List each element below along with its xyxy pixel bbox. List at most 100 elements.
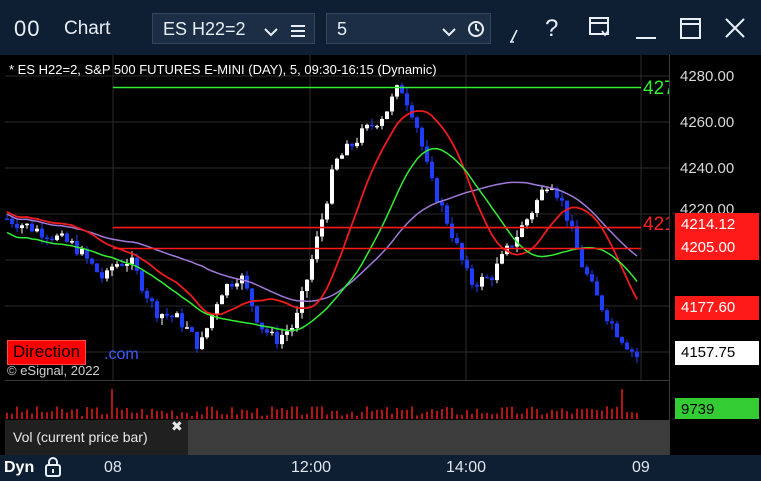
volume-bar <box>556 411 558 419</box>
time-axis[interactable]: Dyn 08 12:00 14:00 09 <box>0 455 761 481</box>
volume-bar <box>16 406 18 419</box>
menu-icon[interactable] <box>290 22 306 43</box>
symbol-selector[interactable]: ES H22=2 <box>152 13 315 44</box>
candle-body <box>465 259 469 269</box>
candle-body <box>250 288 254 307</box>
candle-body <box>285 331 289 335</box>
volume-bar <box>126 407 128 419</box>
volume-bar <box>601 410 603 419</box>
time-axis-label: 12:00 <box>291 459 332 476</box>
candle-body <box>65 233 69 242</box>
volume-bar <box>86 407 88 419</box>
volume-bar <box>236 414 238 419</box>
clock-icon[interactable] <box>467 20 485 43</box>
draw-icon[interactable] <box>508 26 522 49</box>
volume-bar <box>571 413 573 419</box>
candle-body <box>180 313 184 328</box>
lock-icon[interactable] <box>44 457 62 481</box>
volume-bar <box>61 408 63 419</box>
help-icon[interactable]: ? <box>545 15 558 43</box>
volume-bar <box>81 415 83 419</box>
candle-body <box>25 223 29 226</box>
direction-link-tail[interactable]: .com <box>104 346 139 364</box>
close-icon[interactable]: ✖ <box>171 418 183 435</box>
dyn-mode-label[interactable]: Dyn <box>4 459 34 477</box>
volume-bar <box>541 414 543 419</box>
candle-body <box>225 284 229 296</box>
volume-bar <box>186 412 188 419</box>
volume-bar <box>626 411 628 419</box>
volume-bar <box>501 407 503 419</box>
candle-body <box>60 233 64 236</box>
layout-icon[interactable] <box>588 16 612 45</box>
chart-window: 00 Chart ES H22=2 5 ? * ES H22=2, S&P 50… <box>0 0 761 481</box>
volume-bar <box>341 415 343 419</box>
candle-body <box>230 284 234 287</box>
interval-input[interactable]: 5 <box>337 19 347 40</box>
volume-bar <box>226 414 228 419</box>
level-price-box: 4205.00 <box>675 236 759 260</box>
candle-body <box>305 279 309 292</box>
candle-body <box>50 238 54 241</box>
candle-body <box>575 226 579 249</box>
volume-bar <box>136 412 138 419</box>
volume-bar <box>11 413 13 419</box>
volume-bar <box>611 408 613 419</box>
volume-bar <box>146 414 148 419</box>
symbol-input[interactable]: ES H22=2 <box>163 19 246 40</box>
volume-bar <box>6 412 8 419</box>
volume-bar <box>361 411 363 419</box>
candle-body <box>480 276 484 287</box>
volume-bar <box>451 407 453 419</box>
price-chart-canvas[interactable] <box>5 55 669 380</box>
volume-bar <box>396 407 398 419</box>
chevron-down-icon[interactable] <box>263 22 279 43</box>
candle-body <box>425 146 429 162</box>
candle-body <box>540 189 544 201</box>
candle-body <box>185 327 189 329</box>
volume-bar <box>26 409 28 419</box>
volume-legend[interactable]: Vol (current price bar) ✖ <box>5 418 188 455</box>
volume-bar <box>596 409 598 419</box>
candle-body <box>535 200 539 213</box>
volume-bar <box>271 406 273 419</box>
volume-bar <box>66 412 68 419</box>
candle-body <box>140 270 144 291</box>
close-icon[interactable] <box>724 17 746 44</box>
volume-bar <box>536 409 538 419</box>
direction-badge[interactable]: Direction <box>7 340 87 365</box>
maximize-icon[interactable] <box>680 18 702 45</box>
volume-bar <box>56 406 58 419</box>
chevron-down-icon[interactable] <box>441 22 457 43</box>
time-axis-label: 09 <box>632 459 650 476</box>
price-chart[interactable]: * ES H22=2, S&P 500 FUTURES E-MINI (DAY)… <box>5 55 669 380</box>
candle-body <box>360 128 364 143</box>
volume-value-box: 9739 <box>675 398 759 419</box>
candle-body <box>370 124 374 127</box>
volume-bar <box>151 408 153 419</box>
minimize-icon[interactable] <box>636 28 658 46</box>
volume-bar <box>376 409 378 419</box>
ma-price-box: 4177.60 <box>675 296 759 320</box>
volume-bar <box>546 413 548 419</box>
red-average-line <box>6 110 638 316</box>
candle-body <box>440 202 444 206</box>
price-axis[interactable]: 4280.00 4260.00 4240.00 4220.00 4214.12 … <box>669 55 761 455</box>
volume-pane[interactable] <box>5 380 669 420</box>
volume-bar <box>576 408 578 419</box>
volume-bar <box>496 413 498 419</box>
candle-body <box>90 258 94 264</box>
candle-body <box>615 323 619 338</box>
interval-selector[interactable]: 5 <box>326 13 491 44</box>
volume-bar <box>51 411 53 419</box>
time-axis-label: 14:00 <box>446 459 487 476</box>
candle-body <box>495 263 499 281</box>
candle-body <box>325 203 329 220</box>
candle-body <box>385 111 389 120</box>
candle-body <box>625 342 629 350</box>
candle-body <box>45 237 49 240</box>
candle-body <box>430 161 434 179</box>
volume-bar <box>296 406 298 419</box>
volume-bar <box>121 409 123 419</box>
volume-bar <box>201 414 203 419</box>
